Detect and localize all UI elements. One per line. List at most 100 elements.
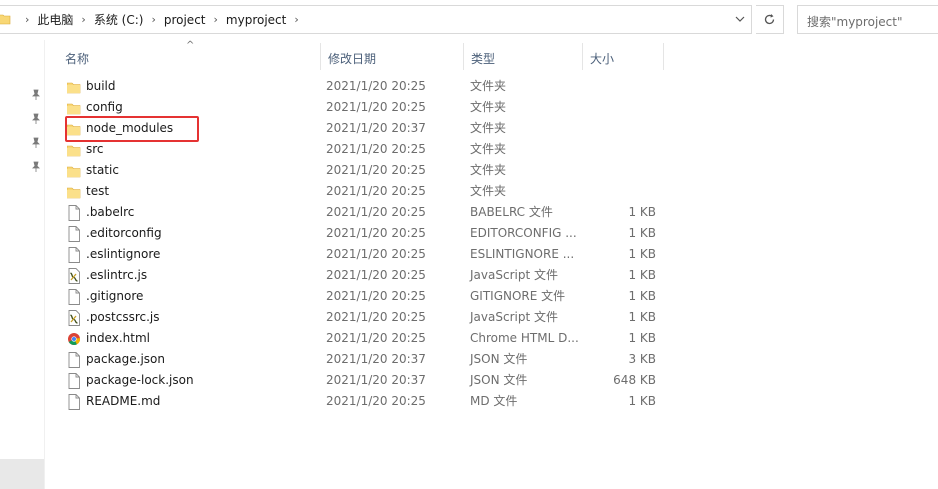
js-file-icon: [68, 268, 80, 284]
file-date: 2021/1/20 20:25: [326, 331, 426, 345]
file-icon: [68, 394, 80, 410]
search-input[interactable]: 搜索"myproject": [797, 5, 938, 34]
file-row[interactable]: .eslintignore 2021/1/20 20:25 ESLINTIGNORE…: [60, 244, 680, 265]
chevron-down-icon[interactable]: [733, 12, 747, 26]
pin-icon[interactable]: [30, 161, 42, 173]
file-row[interactable]: README.md 2021/1/20 20:25 MD 文件 1 KB: [60, 391, 680, 412]
file-icon: [68, 205, 80, 221]
file-size: 1 KB: [628, 331, 656, 345]
folder-icon: [67, 187, 81, 199]
file-name: test: [86, 184, 110, 198]
folder-icon: [67, 145, 81, 157]
file-icon: [68, 247, 80, 263]
file-size: [596, 76, 656, 97]
file-name: .eslintrc.js: [86, 268, 148, 282]
file-name: static: [86, 163, 119, 177]
file-size: 3 KB: [628, 352, 656, 366]
file-date: 2021/1/20 20:25: [326, 268, 426, 282]
file-type: 文件夹: [470, 100, 507, 114]
file-size: [596, 97, 656, 118]
file-icon: [68, 373, 80, 389]
address-bar[interactable]: › 此电脑 › 系统 (C:) › project › myproject ›: [0, 5, 752, 34]
breadcrumb: › 此电脑 › 系统 (C:) › project › myproject ›: [17, 6, 307, 33]
file-size: [596, 139, 656, 160]
file-name: .postcssrc.js: [86, 310, 160, 324]
file-icon: [68, 289, 80, 305]
file-row[interactable]: .editorconfig 2021/1/20 20:25 EDITORCONFIG…: [60, 223, 680, 244]
file-type: BABELRC 文件: [470, 205, 553, 219]
js-file-icon: [68, 310, 80, 326]
file-date: 2021/1/20 20:25: [326, 310, 426, 324]
file-size: 1 KB: [628, 394, 656, 408]
file-icon: [68, 226, 80, 242]
file-date: 2021/1/20 20:25: [326, 289, 426, 303]
file-name: build: [86, 79, 116, 93]
chevron-right-icon[interactable]: ›: [73, 13, 93, 26]
file-date: 2021/1/20 20:37: [326, 352, 426, 366]
file-type: 文件夹: [470, 163, 507, 177]
file-row[interactable]: package-lock.json 2021/1/20 20:37 JSON 文件 6…: [60, 370, 680, 391]
breadcrumb-item-myproject[interactable]: myproject: [226, 13, 286, 27]
file-type: Chrome HTML D...: [470, 331, 579, 345]
file-name: .editorconfig: [86, 226, 162, 240]
file-size: 1 KB: [628, 289, 656, 303]
file-type: JavaScript 文件: [470, 268, 558, 282]
chevron-right-icon[interactable]: ›: [17, 13, 37, 26]
column-header-date[interactable]: 修改日期: [321, 43, 463, 70]
file-row[interactable]: .gitignore 2021/1/20 20:25 GITIGNORE 文件 1 K…: [60, 286, 680, 307]
refresh-button[interactable]: [756, 5, 784, 34]
file-row[interactable]: .postcssrc.js 2021/1/20 20:25 JavaScript 文…: [60, 307, 680, 328]
file-date: 2021/1/20 20:25: [326, 184, 426, 198]
file-row[interactable]: .babelrc 2021/1/20 20:25 BABELRC 文件 1 KB: [60, 202, 680, 223]
chevron-right-icon[interactable]: ›: [206, 13, 226, 26]
pin-icon[interactable]: [30, 113, 42, 125]
file-type: 文件夹: [470, 184, 507, 198]
file-type: JSON 文件: [470, 373, 528, 387]
column-header-size[interactable]: 大小: [583, 43, 663, 70]
pin-icon[interactable]: [30, 137, 42, 149]
toolbar: › 此电脑 › 系统 (C:) › project › myproject › …: [0, 0, 938, 40]
scrollbar[interactable]: [0, 459, 44, 489]
file-size: 648 KB: [613, 373, 656, 387]
file-type: 文件夹: [470, 121, 507, 135]
file-date: 2021/1/20 20:25: [326, 100, 426, 114]
file-name: package.json: [86, 352, 166, 366]
file-row[interactable]: index.html 2021/1/20 20:25 Chrome HTML D..…: [60, 328, 680, 349]
file-row[interactable]: config 2021/1/20 20:25 文件夹: [60, 97, 680, 118]
file-size: 1 KB: [628, 247, 656, 261]
file-row[interactable]: static 2021/1/20 20:25 文件夹: [60, 160, 680, 181]
file-type: EDITORCONFIG ...: [470, 226, 577, 240]
file-size: 1 KB: [628, 268, 656, 282]
file-name: README.md: [86, 394, 161, 408]
file-row[interactable]: build 2021/1/20 20:25 文件夹: [60, 76, 680, 97]
file-size: [596, 160, 656, 181]
chevron-right-icon[interactable]: ›: [143, 13, 163, 26]
file-type: ESLINTIGNORE ...: [470, 247, 575, 261]
file-row[interactable]: .eslintrc.js 2021/1/20 20:25 JavaScript 文件…: [60, 265, 680, 286]
file-type: MD 文件: [470, 394, 518, 408]
breadcrumb-item-this-pc[interactable]: 此电脑: [37, 11, 73, 28]
file-name: config: [86, 100, 123, 114]
column-header-type[interactable]: 类型: [464, 43, 582, 70]
file-row[interactable]: test 2021/1/20 20:25 文件夹: [60, 181, 680, 202]
pin-icon[interactable]: [30, 89, 42, 101]
file-size: 1 KB: [628, 310, 656, 324]
navigation-pane: [0, 40, 45, 489]
chevron-right-icon[interactable]: ›: [286, 13, 306, 26]
file-date: 2021/1/20 20:25: [326, 163, 426, 177]
folder-icon: [67, 82, 81, 94]
column-header-name[interactable]: 名称: [58, 43, 320, 70]
file-icon: [68, 352, 80, 368]
chrome-icon: [68, 333, 80, 346]
breadcrumb-item-project[interactable]: project: [164, 13, 206, 27]
file-row[interactable]: src 2021/1/20 20:25 文件夹: [60, 139, 680, 160]
folder-icon: [0, 14, 11, 25]
file-date: 2021/1/20 20:25: [326, 205, 426, 219]
file-row[interactable]: package.json 2021/1/20 20:37 JSON 文件 3 KB: [60, 349, 680, 370]
refresh-icon: [764, 14, 775, 25]
file-size: 1 KB: [628, 226, 656, 240]
column-divider[interactable]: [663, 43, 664, 70]
file-name: .eslintignore: [86, 247, 161, 261]
breadcrumb-item-system-c[interactable]: 系统 (C:): [94, 11, 144, 28]
file-date: 2021/1/20 20:25: [326, 226, 426, 240]
